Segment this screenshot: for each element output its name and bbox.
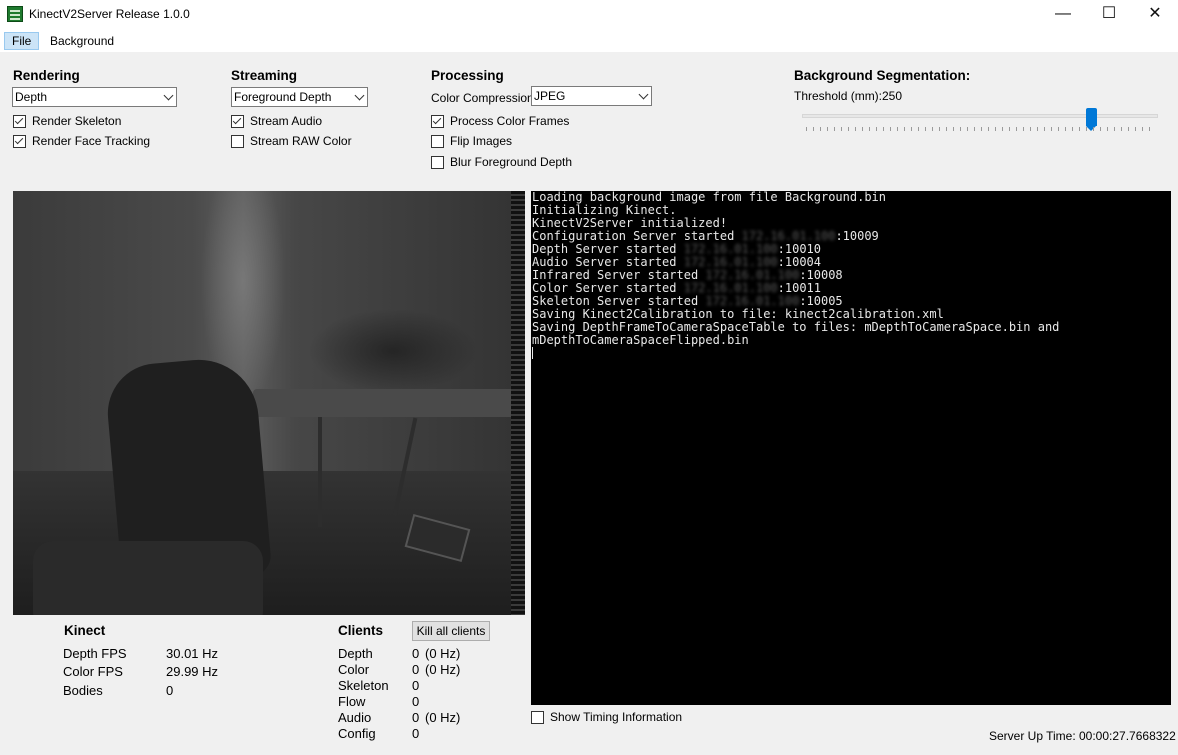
menu-file[interactable]: File [4, 32, 40, 50]
color-compression-label: Color Compression: [431, 91, 538, 105]
streaming-mode-select[interactable]: Foreground Depth [231, 87, 368, 107]
minimize-button[interactable]: — [1040, 0, 1086, 30]
streaming-mode-value: Foreground Depth [234, 90, 332, 104]
client-type-label: Flow [338, 694, 366, 709]
client-type-label: Depth [338, 646, 373, 661]
depth-fps-label: Depth FPS [63, 646, 127, 661]
client-type-label: Audio [338, 710, 372, 725]
threshold-slider-thumb[interactable] [1086, 108, 1098, 131]
title-bar: KinectV2Server Release 1.0.0 — ☐ ✕ [0, 0, 1178, 30]
console-line-port: :10009 [835, 229, 879, 243]
console-line-port: :10008 [799, 268, 843, 282]
uptime-value: 00:00:27.7668322 [1079, 729, 1176, 743]
clients-title: Clients [338, 623, 384, 638]
checkmark-icon [231, 115, 244, 128]
checkmark-icon [13, 115, 26, 128]
console-line-redacted-address: 172.16.01.100 [683, 242, 778, 256]
color-fps-label: Color FPS [63, 664, 123, 679]
console-line-prefix: Configuration Server started [532, 229, 742, 243]
console-line-port: :10011 [777, 281, 821, 295]
stream-audio-label: Stream Audio [250, 114, 323, 128]
color-compression-value: JPEG [534, 89, 566, 103]
console-line-prefix: Color Server started [532, 281, 684, 295]
console-line-redacted-address: 172.16.01.100 [683, 255, 778, 269]
kill-all-clients-button[interactable]: Kill all clients [412, 621, 490, 641]
client-count: 0 [412, 694, 420, 709]
maximize-button[interactable]: ☐ [1086, 0, 1132, 30]
render-face-tracking-label: Render Face Tracking [32, 134, 151, 148]
console-line-redacted-address: 172.16.01.100 [741, 229, 836, 243]
color-fps-value: 29.99 Hz [166, 664, 219, 679]
console-line-port: :10004 [777, 255, 821, 269]
checkbox-empty-icon [431, 156, 444, 169]
checkmark-icon [431, 115, 444, 128]
console-line-prefix: Skeleton Server started [532, 294, 706, 308]
show-timing-label: Show Timing Information [550, 710, 683, 724]
kinect-title: Kinect [64, 623, 106, 638]
checkmark-icon [13, 135, 26, 148]
color-compression-select[interactable]: JPEG [531, 86, 652, 106]
console-line-prefix: Infrared Server started [532, 268, 706, 282]
menu-bar: File Background [0, 30, 1178, 52]
client-rate: (0 Hz) [425, 710, 461, 725]
window-title: KinectV2Server Release 1.0.0 [29, 7, 190, 21]
console-line-redacted-address: 172.16.01.100 [683, 281, 778, 295]
process-color-frames-label: Process Color Frames [450, 114, 570, 128]
kinect-app-icon [7, 6, 23, 22]
console-line-port: :10005 [799, 294, 843, 308]
blur-foreground-depth-label: Blur Foreground Depth [450, 155, 573, 169]
client-rate: (0 Hz) [425, 646, 461, 661]
rendering-mode-select[interactable]: Depth [12, 87, 177, 107]
chevron-down-icon [354, 90, 365, 101]
client-count: 0 [412, 678, 420, 693]
chevron-down-icon [638, 89, 649, 100]
close-button[interactable]: ✕ [1132, 0, 1178, 30]
client-count: 0 [412, 710, 420, 725]
processing-title: Processing [431, 68, 504, 83]
depth-noise-edge [511, 191, 525, 615]
text-cursor [532, 347, 533, 359]
depth-chair-seat [33, 541, 263, 615]
depth-image-view [13, 191, 525, 615]
depth-table [253, 389, 525, 417]
segmentation-title: Background Segmentation: [794, 68, 971, 83]
console-line-redacted-address: 172.16.01.100 [705, 294, 800, 308]
client-type-label: Config [338, 726, 376, 741]
client-rate: (0 Hz) [425, 662, 461, 677]
bodies-value: 0 [166, 683, 174, 698]
rendering-title: Rendering [13, 68, 80, 83]
log-console[interactable]: Loading background image from file Backg… [531, 191, 1171, 705]
stream-raw-color-label: Stream RAW Color [250, 134, 352, 148]
chevron-down-icon [163, 90, 174, 101]
client-type-label: Skeleton [338, 678, 389, 693]
render-skeleton-label: Render Skeleton [32, 114, 122, 128]
threshold-slider-ticks [806, 127, 1154, 131]
console-line-prefix: Depth Server started [532, 242, 684, 256]
depth-table-leg [318, 417, 322, 527]
threshold-label: Threshold (mm): [794, 89, 883, 103]
bodies-label: Bodies [63, 683, 103, 698]
console-line-port: :10010 [777, 242, 821, 256]
client-type-label: Color [338, 662, 370, 677]
checkbox-empty-icon [531, 711, 544, 724]
menu-background[interactable]: Background [43, 32, 121, 50]
console-line: mDepthToCameraSpaceFlipped.bin [532, 333, 749, 347]
checkbox-empty-icon [231, 135, 244, 148]
console-line-redacted-address: 172.16.01.100 [705, 268, 800, 282]
streaming-title: Streaming [231, 68, 298, 83]
checkbox-empty-icon [431, 135, 444, 148]
threshold-value: 250 [882, 89, 903, 103]
threshold-slider-track[interactable] [802, 114, 1158, 118]
flip-images-label: Flip Images [450, 134, 513, 148]
console-line-prefix: Audio Server started [532, 255, 684, 269]
uptime-label: Server Up Time: [989, 729, 1076, 743]
rendering-mode-value: Depth [15, 90, 48, 104]
client-count: 0 [412, 646, 420, 661]
client-count: 0 [412, 662, 420, 677]
depth-fps-value: 30.01 Hz [166, 646, 219, 661]
client-count: 0 [412, 726, 420, 741]
